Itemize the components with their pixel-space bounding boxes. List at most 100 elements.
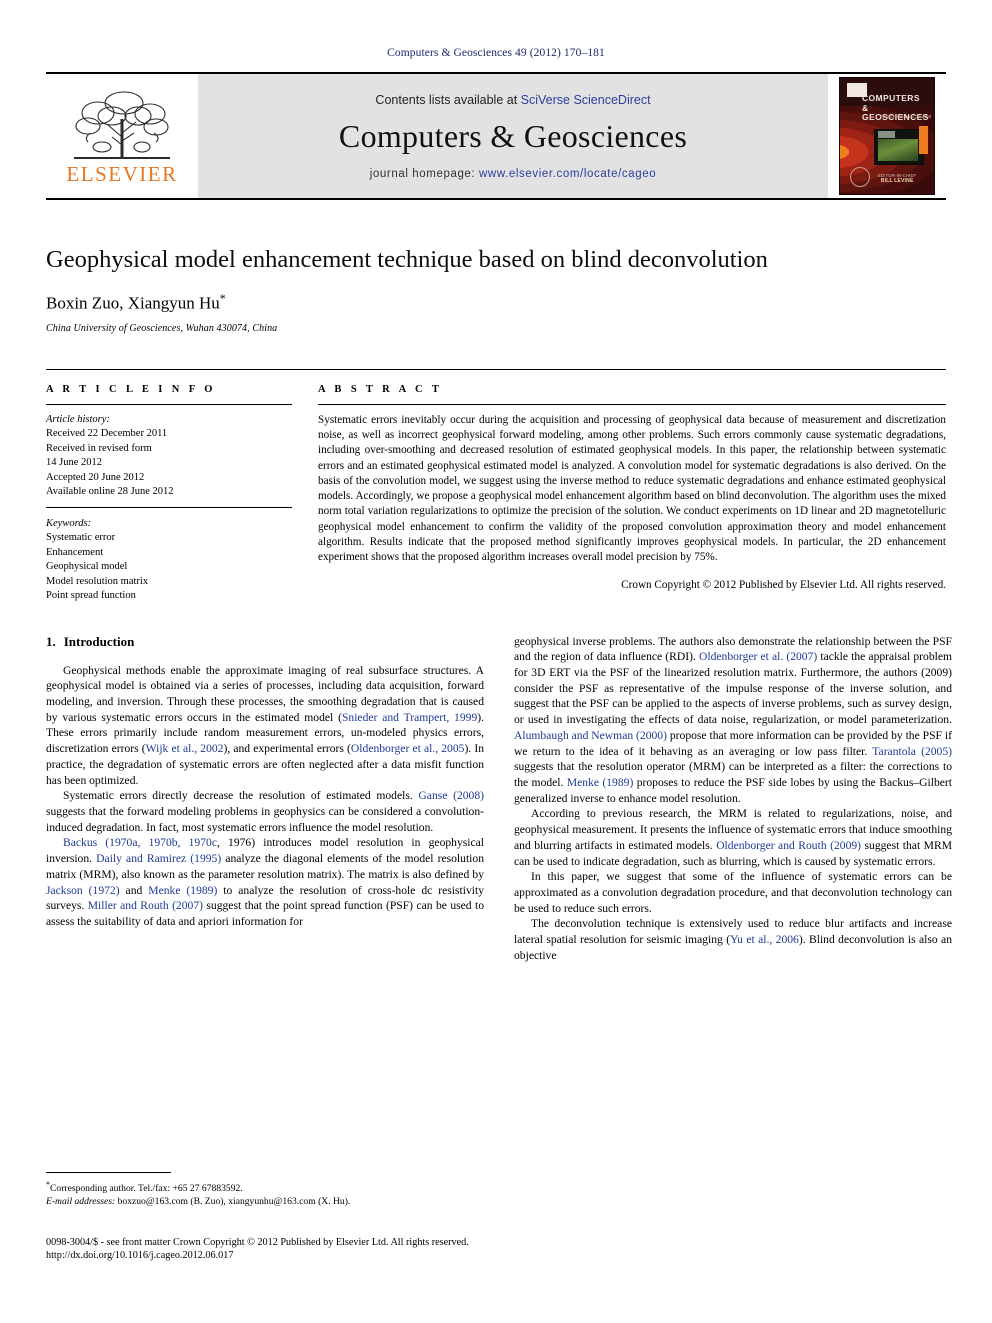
abstract-column: A B S T R A C T Systematic errors inevit… — [318, 384, 946, 604]
section-heading-introduction: 1. Introduction — [46, 634, 484, 650]
footer-issn-line: 0098-3004/$ - see front matter Crown Cop… — [46, 1237, 469, 1248]
citation-link[interactable]: Tarantola (2005) — [872, 745, 952, 758]
cover-subtitle: An International Journal — [880, 114, 932, 119]
footer-area: 0098-3004/$ - see front matter Crown Cop… — [46, 1236, 946, 1262]
citation-link[interactable]: Miller and Routh (2007) — [88, 899, 203, 912]
journal-masthead: ELSEVIER Contents lists available at Sci… — [46, 72, 946, 200]
keyword-item: Systematic error — [46, 532, 116, 544]
article-title: Geophysical model enhancement technique … — [46, 246, 768, 273]
elsevier-wordmark: ELSEVIER — [66, 162, 178, 186]
body-paragraph: The deconvolution technique is extensive… — [514, 916, 952, 963]
corresponding-author-marker: * — [219, 291, 226, 305]
cover-art: COMPUTERS & GEOSCIENCES An International… — [839, 77, 935, 195]
citation-link[interactable]: Backus (1970a, 1970b, 1970c — [63, 836, 217, 849]
body-columns: 1. Introduction Geophysical methods enabl… — [46, 634, 952, 964]
sciencedirect-link[interactable]: SciVerse ScienceDirect — [521, 93, 651, 107]
keyword-item: Geophysical model — [46, 561, 128, 573]
cover-thumb-image — [878, 131, 895, 138]
citation-link[interactable]: Menke (1989) — [567, 776, 634, 789]
keyword-item: Enhancement — [46, 546, 104, 558]
journal-homepage-line: journal homepage: www.elsevier.com/locat… — [370, 168, 656, 180]
citation-link[interactable]: Daily and Ramirez (1995) — [96, 852, 221, 865]
citation-link[interactable]: Ganse (2008) — [418, 789, 484, 802]
cover-seal-icon — [850, 167, 870, 187]
footnote-area: *Corresponding author. Tel./fax: +65 27 … — [46, 1172, 484, 1208]
article-info-rule — [46, 403, 292, 405]
abstract-rule — [318, 403, 946, 405]
cover-orange-band — [919, 126, 928, 154]
paragraph-text: In this paper, we suggest that some of t… — [514, 870, 952, 915]
history-item: Received 22 December 2011 — [46, 428, 168, 440]
journal-cover-thumbnail: COMPUTERS & GEOSCIENCES An International… — [828, 74, 946, 198]
cover-map-image — [878, 139, 918, 161]
citation-link[interactable]: Wijk et al., 2002 — [146, 742, 224, 755]
section-title: Introduction — [63, 633, 135, 649]
author-names: Boxin Zuo, Xiangyun Hu — [46, 293, 220, 313]
history-item: Received in revised form — [46, 442, 152, 454]
email-footnote: E-mail addresses: boxzuo@163.com (B. Zuo… — [46, 1196, 484, 1209]
citation-link[interactable]: Menke (1989) — [148, 884, 217, 897]
article-history-list: Received 22 December 2011 Received in re… — [46, 427, 292, 500]
masthead-center: Contents lists available at SciVerse Sci… — [198, 74, 828, 198]
keywords-list: Systematic error Enhancement Geophysical… — [46, 531, 292, 604]
history-item: Available online 28 June 2012 — [46, 486, 174, 498]
paragraph-text: Systematic errors directly decrease the … — [63, 789, 419, 803]
cover-title-line1: COMPUTERS & — [862, 93, 920, 113]
cover-photo — [874, 129, 924, 165]
body-paragraph: geophysical inverse problems. The author… — [514, 634, 952, 807]
email-addresses: boxzuo@163.com (B. Zuo), xiangyunhu@163.… — [117, 1195, 351, 1207]
article-history-title: Article history: — [46, 413, 110, 425]
footer-doi-line[interactable]: http://dx.doi.org/10.1016/j.cageo.2012.0… — [46, 1249, 946, 1262]
contents-prefix: Contents lists available at — [375, 92, 521, 107]
article-history-block: Article history: Received 22 December 20… — [46, 413, 292, 508]
affiliation: China University of Geosciences, Wuhan 4… — [46, 322, 278, 334]
journal-article-page: Computers & Geosciences 49 (2012) 170–18… — [0, 0, 992, 1323]
corresponding-author-text: Corresponding author. Tel./fax: +65 27 6… — [50, 1183, 243, 1195]
keywords-title: Keywords: — [46, 517, 92, 529]
corresponding-author-footnote: *Corresponding author. Tel./fax: +65 27 … — [46, 1179, 484, 1196]
paragraph-text: and — [119, 883, 149, 897]
paragraph-text: suggests that the forward modeling probl… — [46, 804, 484, 834]
body-paragraph: According to previous research, the MRM … — [514, 806, 952, 869]
section-number: 1. — [46, 633, 56, 649]
citation-link[interactable]: Oldenborger and Routh (2009) — [716, 839, 861, 852]
article-info-column: A R T I C L E I N F O Article history: R… — [46, 384, 292, 604]
citation-link[interactable]: Snieder and Trampert, 1999 — [342, 711, 477, 724]
journal-homepage-link[interactable]: www.elsevier.com/locate/cageo — [479, 168, 656, 180]
citation-link[interactable]: Jackson (1972) — [46, 884, 120, 897]
article-info-label: A R T I C L E I N F O — [46, 383, 216, 395]
keyword-item: Point spread function — [46, 590, 136, 602]
author-list: Boxin Zuo, Xiangyun Hu* — [46, 291, 946, 314]
journal-title: Computers & Geosciences — [338, 117, 688, 154]
homepage-prefix: journal homepage: — [369, 167, 480, 180]
abstract-text: Systematic errors inevitably occur durin… — [318, 413, 946, 564]
abstract-copyright: Crown Copyright © 2012 Published by Else… — [621, 578, 946, 591]
keywords-block: Keywords: Systematic error Enhancement G… — [46, 517, 292, 604]
abstract-label: A B S T R A C T — [318, 383, 443, 395]
body-paragraph: Backus (1970a, 1970b, 1970c, 1976) intro… — [46, 835, 484, 929]
cover-editor-block: EDITOR-IN-CHIEF BILL LEVINE — [878, 173, 916, 184]
footnote-rule — [46, 1172, 171, 1173]
citation-link[interactable]: Yu et al., 2006 — [730, 933, 799, 946]
body-column-left: 1. Introduction Geophysical methods enabl… — [46, 634, 484, 964]
elsevier-logo: ELSEVIER — [46, 74, 198, 198]
citation-link[interactable]: Oldenborger et al. (2007) — [699, 650, 817, 663]
body-column-right: geophysical inverse problems. The author… — [514, 634, 952, 964]
body-paragraph: Geophysical methods enable the approxima… — [46, 663, 484, 789]
email-label: E-mail addresses: — [46, 1195, 116, 1207]
intro-left-paragraphs: Geophysical methods enable the approxima… — [46, 663, 484, 930]
citation-link[interactable]: Oldenborger et al., 2005 — [351, 742, 465, 755]
running-head: Computers & Geosciences 49 (2012) 170–18… — [387, 47, 605, 59]
history-item: 14 June 2012 — [46, 457, 102, 469]
info-abstract-region: A R T I C L E I N F O Article history: R… — [46, 368, 946, 604]
paragraph-text: ), and experimental errors ( — [223, 742, 351, 756]
title-block: Geophysical model enhancement technique … — [46, 245, 946, 334]
cover-editor-name: BILL LEVINE — [880, 178, 914, 184]
keyword-item: Model resolution matrix — [46, 575, 149, 587]
history-item: Accepted 20 June 2012 — [46, 471, 145, 483]
elsevier-tree-icon — [74, 91, 170, 159]
intro-right-paragraphs: geophysical inverse problems. The author… — [514, 634, 952, 964]
citation-link[interactable]: Alumbaugh and Newman (2000) — [514, 729, 667, 742]
body-paragraph: Systematic errors directly decrease the … — [46, 788, 484, 835]
body-paragraph: In this paper, we suggest that some of t… — [514, 869, 952, 916]
